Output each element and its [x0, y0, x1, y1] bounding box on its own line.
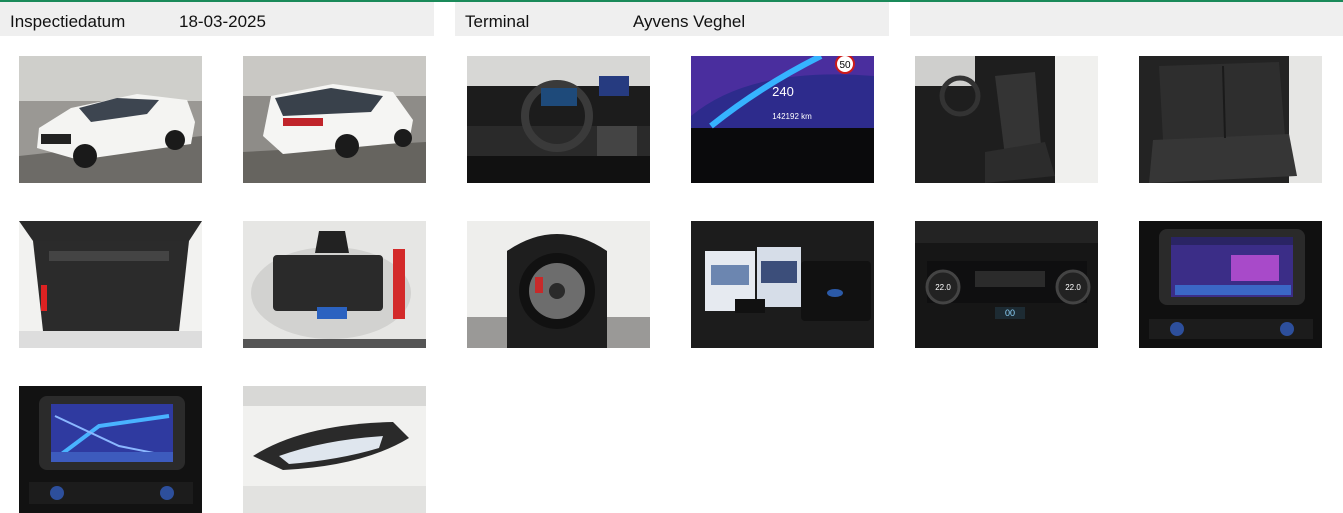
photo-climate-controls[interactable]: 22.0 22.0 00 [915, 221, 1098, 348]
photo-front-seats[interactable] [915, 56, 1098, 183]
photo-headlight[interactable] [243, 386, 426, 513]
terminal-label: Terminal [465, 12, 530, 31]
photo-infotainment-media[interactable] [1139, 221, 1322, 348]
climate-display-text: 00 [1005, 308, 1015, 318]
terminal-value: Ayvens Veghel [633, 12, 746, 31]
header-terminal: Terminal Ayvens Veghel [455, 2, 889, 36]
photo-rear-right-exterior[interactable] [243, 56, 426, 183]
speed-text: 240 [772, 84, 794, 99]
inspection-date-label: Inspectiedatum [10, 12, 126, 31]
photo-instrument-cluster[interactable]: 50 240 142192 km [691, 56, 874, 183]
photo-front-left-exterior[interactable] [19, 56, 202, 183]
header-inspection-date: Inspectiedatum 18-03-2025 [0, 2, 434, 36]
right-temp-text: 22.0 [1065, 283, 1081, 292]
inspection-date-value: 18-03-2025 [179, 12, 266, 31]
photo-rear-seats[interactable] [1139, 56, 1322, 183]
left-temp-text: 22.0 [935, 283, 951, 292]
photo-infotainment-navigation[interactable] [19, 386, 202, 513]
photo-manuals-and-key[interactable] [691, 221, 874, 348]
speed-limit-text: 50 [839, 60, 851, 71]
header-empty-cell [910, 2, 1343, 36]
photo-dashboard-interior[interactable] [467, 56, 650, 183]
odometer-text: 142192 km [772, 112, 812, 121]
photo-wheel-rim[interactable] [467, 221, 650, 348]
photo-trunk-open[interactable] [19, 221, 202, 348]
photo-spare-wheel-well[interactable] [243, 221, 426, 348]
